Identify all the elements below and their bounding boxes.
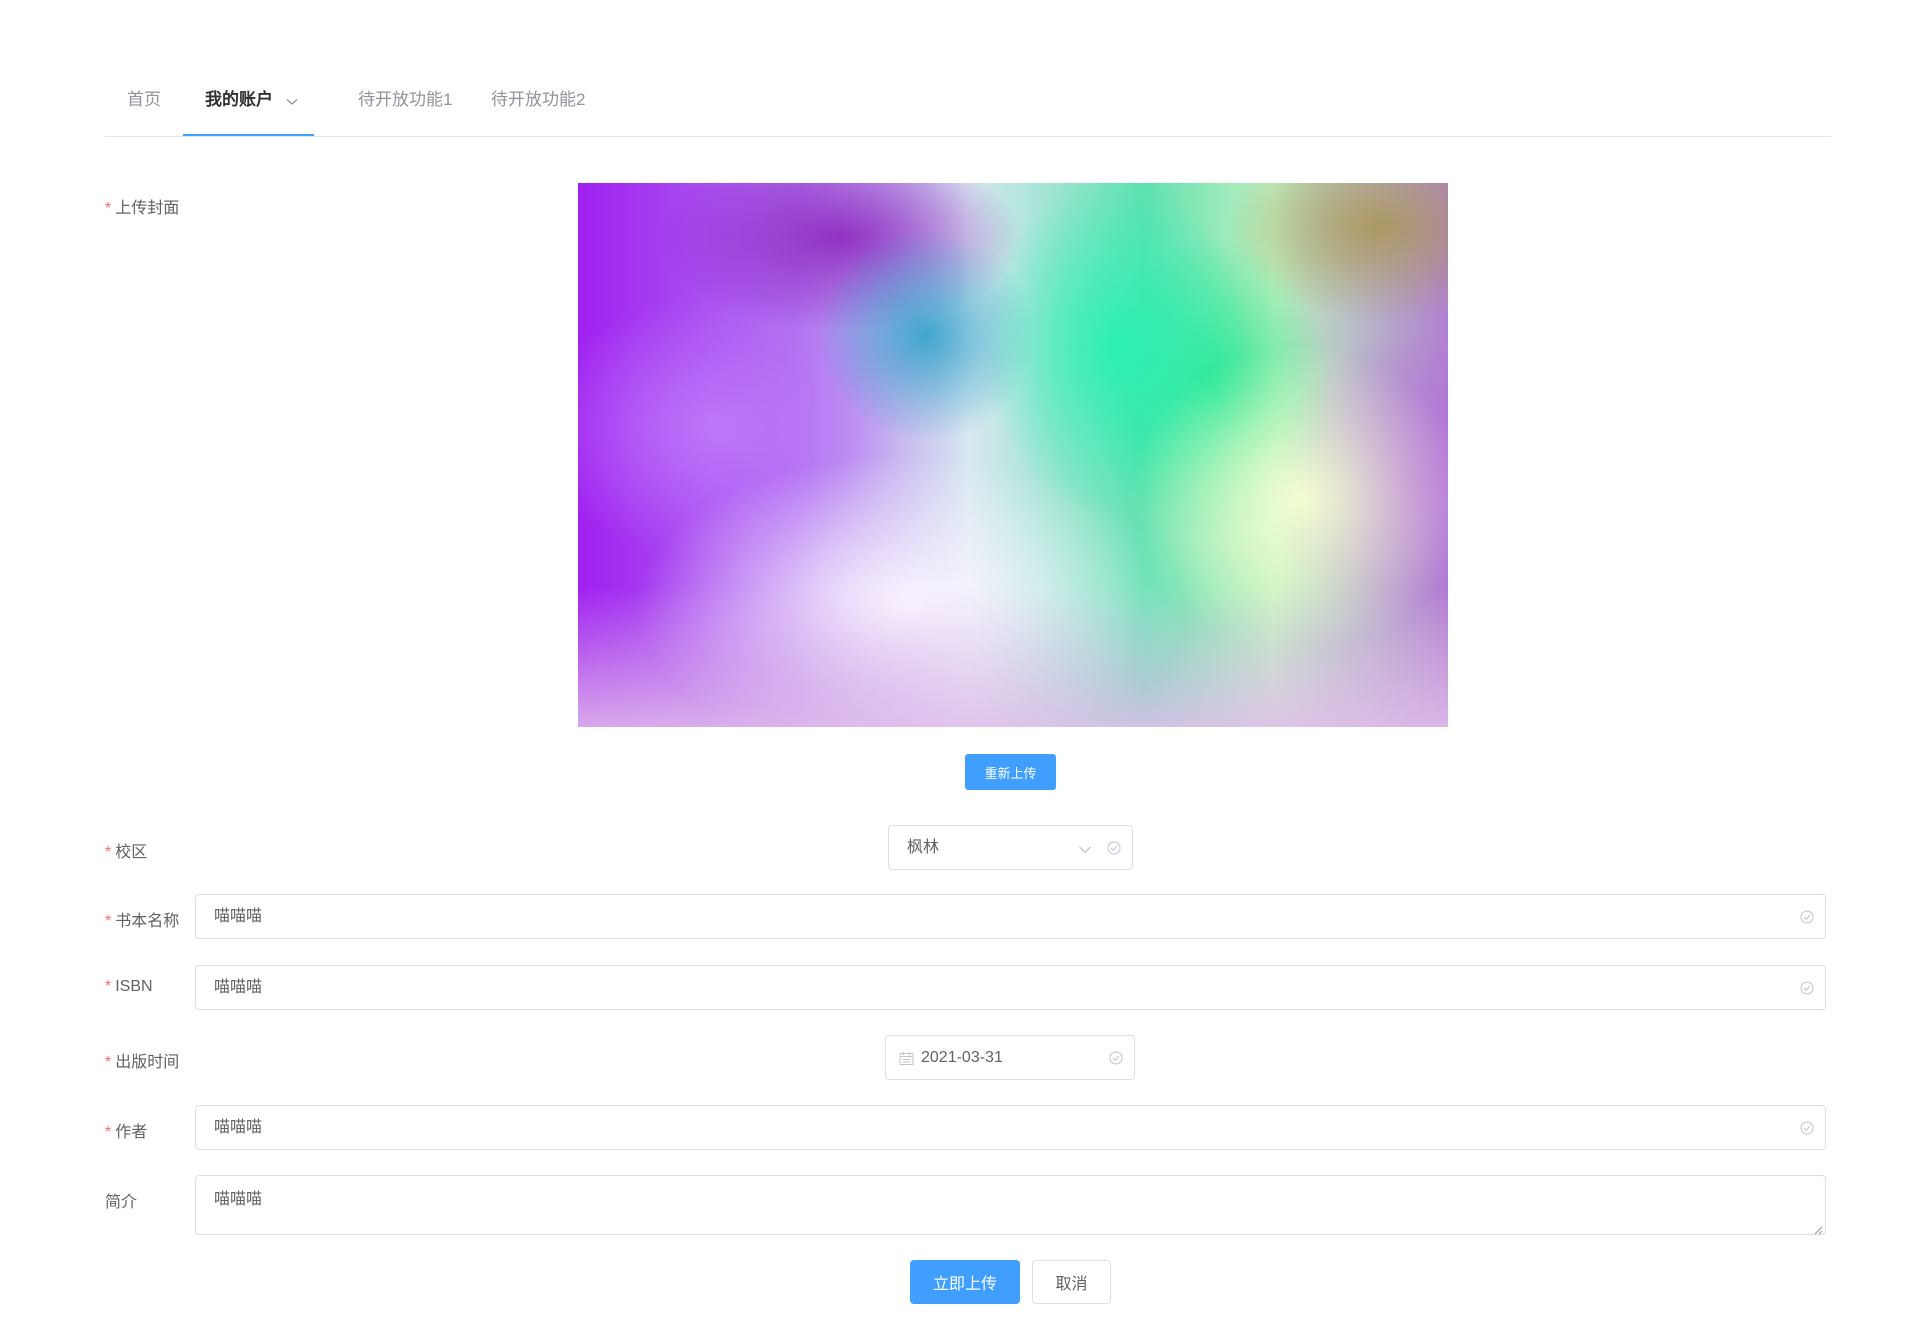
- campus-select-value: 枫林: [907, 839, 940, 856]
- book-name-value: 喵喵喵: [214, 908, 263, 925]
- chevron-down-icon[interactable]: [1078, 842, 1092, 854]
- nav-item-label: 待开放功能2: [491, 90, 586, 109]
- validation-success-icon: [1800, 981, 1814, 995]
- submit-upload-button[interactable]: 立即上传: [910, 1260, 1020, 1304]
- resize-handle-icon[interactable]: [1813, 1222, 1823, 1235]
- nav-item-label: 首页: [127, 90, 161, 109]
- campus-label: * 校区: [105, 844, 148, 861]
- isbn-input[interactable]: 喵喵喵: [195, 965, 1826, 1010]
- required-asterisk: *: [105, 844, 112, 861]
- nav-item-feature-2[interactable]: 待开放功能2: [469, 76, 607, 136]
- cover-label: * 上传封面: [105, 200, 180, 217]
- nav-item-my-account[interactable]: 我的账户: [183, 76, 314, 136]
- validation-success-icon: [1800, 910, 1814, 924]
- nav-item-feature-1[interactable]: 待开放功能1: [336, 76, 474, 136]
- cover-image-preview[interactable]: [578, 183, 1448, 727]
- book-name-label: * 书本名称: [105, 913, 180, 930]
- author-label: * 作者: [105, 1124, 148, 1141]
- calendar-icon: [899, 1051, 914, 1066]
- isbn-label: * ISBN: [105, 978, 153, 995]
- book-name-input[interactable]: 喵喵喵: [195, 894, 1826, 939]
- validation-success-icon: [1800, 1121, 1814, 1135]
- chevron-down-icon: [286, 77, 298, 125]
- required-asterisk: *: [105, 978, 112, 995]
- campus-select[interactable]: 枫林: [888, 825, 1133, 870]
- required-asterisk: *: [105, 913, 112, 930]
- author-value: 喵喵喵: [214, 1119, 263, 1136]
- validation-success-icon: [1107, 841, 1121, 855]
- intro-textarea[interactable]: 喵喵喵: [195, 1175, 1826, 1235]
- required-asterisk: *: [105, 1124, 112, 1141]
- reupload-button[interactable]: 重新上传: [965, 754, 1056, 790]
- nav-item-label: 我的账户: [205, 90, 273, 109]
- nav-item-label: 待开放功能1: [358, 90, 453, 109]
- cancel-button[interactable]: 取消: [1032, 1260, 1111, 1304]
- isbn-value: 喵喵喵: [214, 979, 263, 996]
- intro-value: 喵喵喵: [214, 1191, 263, 1208]
- intro-label: 简介: [105, 1194, 138, 1211]
- publish-date-picker[interactable]: 2021-03-31: [885, 1035, 1135, 1080]
- publish-date-label: * 出版时间: [105, 1054, 180, 1071]
- required-asterisk: *: [105, 200, 112, 217]
- required-asterisk: *: [105, 1054, 112, 1071]
- author-input[interactable]: 喵喵喵: [195, 1105, 1826, 1150]
- validation-success-icon: [1109, 1051, 1123, 1065]
- publish-date-value: 2021-03-31: [921, 1049, 1003, 1066]
- top-nav-menu: 首页 我的账户 待开放功能1 待开放功能2: [105, 76, 1831, 137]
- nav-item-home[interactable]: 首页: [105, 76, 183, 136]
